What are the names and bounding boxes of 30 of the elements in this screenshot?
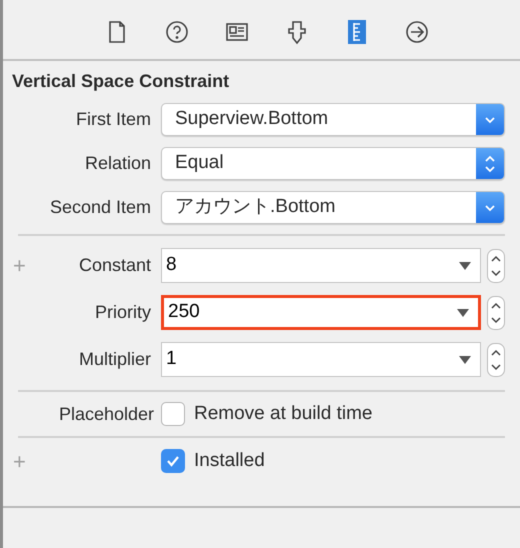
field-label: Second Item — [48, 196, 152, 219]
stepper[interactable] — [487, 296, 505, 330]
popup-button[interactable]: Equal — [161, 147, 505, 180]
checkbox[interactable] — [161, 402, 185, 426]
popup-button[interactable]: Superview.Bottom — [161, 103, 505, 136]
section-title: Vertical Space Constraint — [11, 70, 230, 93]
field-label: Placeholder — [58, 402, 155, 426]
chevron-up-down-icon — [484, 154, 496, 172]
dropdown-arrow-icon[interactable] — [457, 308, 469, 316]
field-label: Relation — [84, 152, 152, 175]
field-label: Multiplier — [78, 348, 151, 371]
stepper[interactable] — [487, 248, 505, 282]
help-icon[interactable] — [164, 18, 190, 44]
chevron-down-icon — [484, 204, 496, 212]
combo-field[interactable]: 1 — [161, 342, 481, 377]
chevron-down-icon — [484, 116, 496, 124]
checkbox-label: Remove at build time — [194, 402, 372, 426]
stepper[interactable] — [487, 342, 505, 376]
field-label: First Item — [75, 108, 152, 131]
arrow-circle-icon[interactable] — [404, 18, 430, 44]
checkmark-icon — [166, 455, 180, 467]
dropdown-arrow-icon[interactable] — [459, 262, 471, 270]
checkbox[interactable] — [161, 449, 185, 473]
checkbox-label: Installed — [194, 448, 265, 473]
combo-field[interactable]: 250 — [161, 295, 481, 330]
field-label: Priority — [94, 301, 151, 324]
field-label: Constant — [78, 254, 151, 277]
dropdown-arrow-icon[interactable] — [459, 356, 471, 364]
popup-button[interactable]: アカウント.Bottom — [161, 191, 505, 224]
combo-field[interactable]: 8 — [161, 248, 481, 283]
